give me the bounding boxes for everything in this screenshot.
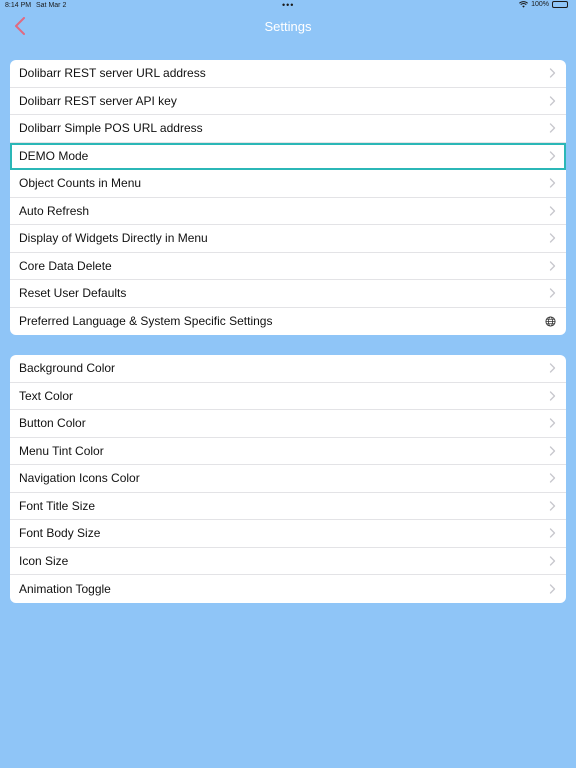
settings-row-icon-size[interactable]: Icon Size <box>10 548 566 575</box>
settings-row-label: Font Title Size <box>19 498 96 513</box>
settings-row-font-title-size[interactable]: Font Title Size <box>10 493 566 520</box>
settings-row-preferred-language-and-system-specific-settings[interactable]: Preferred Language & System Specific Set… <box>10 308 566 336</box>
chevron-right-icon <box>549 418 556 428</box>
settings-group-connection: Dolibarr REST server URL address Dolibarr… <box>10 60 566 335</box>
chevron-right-icon <box>549 96 556 106</box>
settings-row-dolibarr-simple-pos-url-address[interactable]: Dolibarr Simple POS URL address <box>10 115 566 143</box>
chevron-right-icon <box>549 288 556 298</box>
settings-row-label: Icon Size <box>19 553 69 568</box>
settings-row-menu-tint-color[interactable]: Menu Tint Color <box>10 438 566 465</box>
settings-row-label: Object Counts in Menu <box>19 176 142 191</box>
settings-row-dolibarr-rest-server-url-address[interactable]: Dolibarr REST server URL address <box>10 60 566 88</box>
settings-row-font-body-size[interactable]: Font Body Size <box>10 520 566 548</box>
chevron-right-icon <box>549 446 556 456</box>
settings-group-appearance: Background Color Text Color Button Color Me… <box>10 355 566 603</box>
settings-row-label: Navigation Icons Color <box>19 471 140 486</box>
chevron-right-icon <box>549 363 556 373</box>
settings-row-label: DEMO Mode <box>19 148 89 163</box>
settings-row-label: Reset User Defaults <box>19 286 127 301</box>
chevron-right-icon <box>549 206 556 216</box>
settings-row-object-counts-in-menu[interactable]: Object Counts in Menu <box>10 170 566 198</box>
page-title: Settings <box>264 19 312 34</box>
settings-row-core-data-delete[interactable]: Core Data Delete <box>10 253 566 280</box>
settings-row-dolibarr-rest-server-api-key[interactable]: Dolibarr REST server API key <box>10 88 566 115</box>
status-time: 8:14 PM <box>5 2 32 9</box>
chevron-right-icon <box>549 178 556 188</box>
settings-row-label: Animation Toggle <box>19 581 111 596</box>
settings-row-label: Font Body Size <box>19 526 101 541</box>
chevron-right-icon <box>549 123 556 133</box>
settings-row-auto-refresh[interactable]: Auto Refresh <box>10 198 566 225</box>
settings-row-label: Text Color <box>19 388 74 403</box>
settings-row-label: Dolibarr REST server API key <box>19 93 177 108</box>
settings-row-display-of-widgets-directly-in-menu[interactable]: Display of Widgets Directly in Menu <box>10 225 566 253</box>
settings-row-demo-mode[interactable]: DEMO Mode <box>10 142 566 170</box>
navigation-bar: Settings <box>0 12 576 42</box>
wifi-icon <box>519 1 529 8</box>
battery-icon <box>552 1 568 8</box>
chevron-right-icon <box>549 584 556 594</box>
settings-row-label: Auto Refresh <box>19 203 90 218</box>
status-date: Sat Mar 2 <box>36 2 67 9</box>
settings-row-label: Preferred Language & System Specific Set… <box>19 314 273 329</box>
chevron-right-icon <box>549 261 556 271</box>
settings-row-label: Display of Widgets Directly in Menu <box>19 231 208 246</box>
chevron-right-icon <box>549 233 556 243</box>
settings-row-label: Dolibarr REST server URL address <box>19 66 206 81</box>
multitasking-dots-icon[interactable]: ••• <box>282 0 294 10</box>
chevron-right-icon <box>549 556 556 566</box>
settings-row-label: Menu Tint Color <box>19 443 104 458</box>
settings-row-animation-toggle[interactable]: Animation Toggle <box>10 575 566 603</box>
chevron-right-icon <box>549 473 556 483</box>
chevron-right-icon <box>549 151 556 161</box>
chevron-right-icon <box>549 68 556 78</box>
settings-row-label: Button Color <box>19 416 86 431</box>
settings-row-label: Core Data Delete <box>19 258 112 273</box>
settings-row-background-color[interactable]: Background Color <box>10 355 566 383</box>
chevron-right-icon <box>549 501 556 511</box>
settings-row-label: Dolibarr Simple POS URL address <box>19 121 203 136</box>
settings-row-label: Background Color <box>19 361 116 376</box>
chevron-right-icon <box>549 528 556 538</box>
settings-row-reset-user-defaults[interactable]: Reset User Defaults <box>10 280 566 308</box>
status-bar: 8:14 PM Sat Mar 2 ••• 100% <box>0 0 576 12</box>
globe-icon <box>545 316 556 327</box>
chevron-right-icon <box>549 391 556 401</box>
settings-row-navigation-icons-color[interactable]: Navigation Icons Color <box>10 465 566 493</box>
settings-row-button-color[interactable]: Button Color <box>10 410 566 438</box>
battery-percent: 100% <box>531 1 549 8</box>
status-right: 100% <box>519 1 568 8</box>
settings-row-text-color[interactable]: Text Color <box>10 383 566 410</box>
